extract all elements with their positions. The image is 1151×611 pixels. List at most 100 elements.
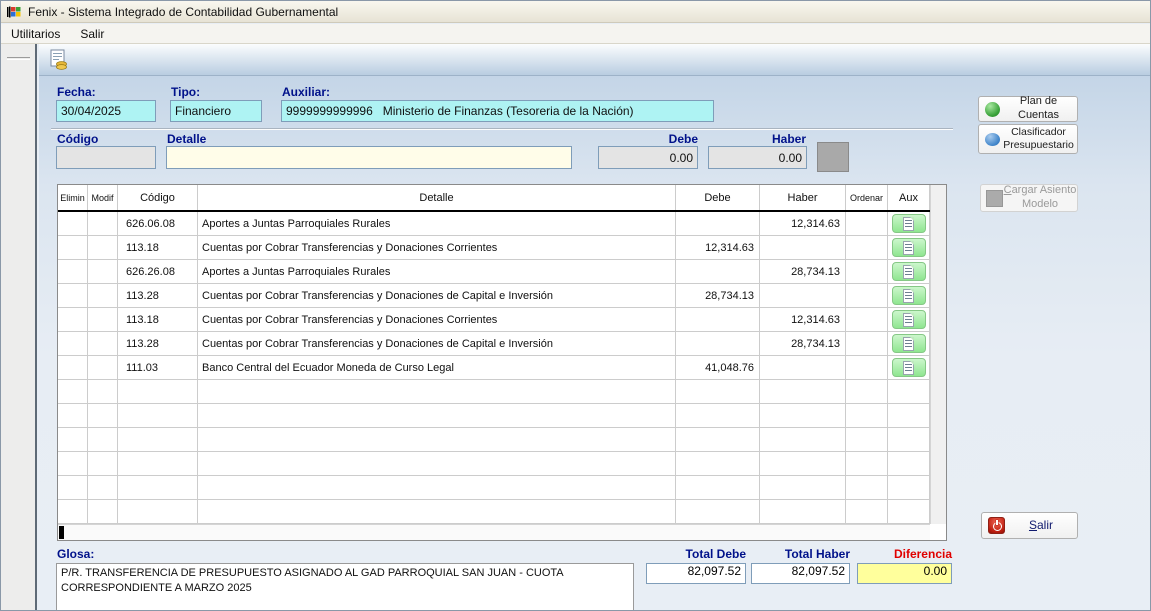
- debe-cell: [676, 260, 760, 283]
- fecha-input[interactable]: [56, 100, 156, 122]
- table-row[interactable]: 113.28Cuentas por Cobrar Transferencias …: [58, 332, 930, 356]
- table-row-empty[interactable]: [58, 500, 930, 524]
- aux-button[interactable]: [892, 214, 926, 233]
- table-row[interactable]: 113.18Cuentas por Cobrar Transferencias …: [58, 308, 930, 332]
- aux-cell: [888, 404, 930, 427]
- add-entry-button[interactable]: [817, 142, 849, 172]
- table-row[interactable]: 113.18Cuentas por Cobrar Transferencias …: [58, 236, 930, 260]
- modif-cell: [88, 380, 118, 403]
- column-header-2[interactable]: Código: [118, 185, 198, 210]
- haber-cell: 28,734.13: [760, 260, 846, 283]
- codigo-input[interactable]: [56, 146, 156, 169]
- scrollbar-corner: [930, 524, 946, 540]
- aux-button[interactable]: [892, 334, 926, 353]
- detalle-cell: [198, 452, 676, 475]
- table-row[interactable]: 626.06.08Aportes a Juntas Parroquiales R…: [58, 212, 930, 236]
- auxiliar-input[interactable]: [281, 100, 714, 122]
- codigo-cell: 626.06.08: [118, 212, 198, 235]
- modif-cell: [88, 452, 118, 475]
- total-debe-label: Total Debe: [646, 547, 746, 561]
- aux-cell: [888, 332, 930, 355]
- power-icon: [988, 517, 1005, 534]
- debe-input[interactable]: [598, 146, 698, 169]
- debe-cell: [676, 212, 760, 235]
- haber-cell: 28,734.13: [760, 332, 846, 355]
- aux-button[interactable]: [892, 238, 926, 257]
- column-header-0[interactable]: Elimin: [58, 185, 88, 210]
- clasificador-presupuestario-button[interactable]: Clasificador Presupuestario: [978, 124, 1078, 154]
- elimin-cell: [58, 452, 88, 475]
- haber-cell: [760, 428, 846, 451]
- green-sphere-icon: [985, 102, 1000, 117]
- elimin-cell: [58, 428, 88, 451]
- debe-cell: 41,048.76: [676, 356, 760, 379]
- salir-button[interactable]: Salir: [981, 512, 1078, 539]
- total-haber-label: Total Haber: [751, 547, 850, 561]
- haber-cell: 12,314.63: [760, 308, 846, 331]
- detalle-input[interactable]: [166, 146, 572, 169]
- detalle-cell: Aportes a Juntas Parroquiales Rurales: [198, 260, 676, 283]
- document-icon: [903, 337, 914, 351]
- table-row[interactable]: 111.03Banco Central del Ecuador Moneda d…: [58, 356, 930, 380]
- left-collapsed-panel[interactable]: [1, 44, 37, 611]
- column-header-5[interactable]: Haber: [760, 185, 846, 210]
- horizontal-scrollbar-thumb[interactable]: [59, 526, 64, 539]
- haber-label: Haber: [708, 132, 806, 146]
- cargar-asiento-modelo-button[interactable]: Cargar Asiento Modelo: [980, 184, 1078, 212]
- detalle-cell: [198, 428, 676, 451]
- haber-cell: [760, 404, 846, 427]
- new-entry-document-icon[interactable]: [47, 49, 71, 72]
- aux-button[interactable]: [892, 262, 926, 281]
- splitter-handle[interactable]: [7, 57, 30, 60]
- table-row-empty[interactable]: [58, 452, 930, 476]
- table-row-empty[interactable]: [58, 428, 930, 452]
- aux-cell: [888, 356, 930, 379]
- aux-button[interactable]: [892, 358, 926, 377]
- table-row-empty[interactable]: [58, 404, 930, 428]
- table-row-empty[interactable]: [58, 380, 930, 404]
- detalle-cell: Cuentas por Cobrar Transferencias y Dona…: [198, 284, 676, 307]
- haber-cell: [760, 284, 846, 307]
- total-debe-value: 82,097.52: [646, 563, 746, 584]
- column-header-3[interactable]: Detalle: [198, 185, 676, 210]
- glosa-textarea[interactable]: P/R. TRANSFERENCIA DE PRESUPUESTO ASIGNA…: [56, 563, 634, 611]
- table-row-empty[interactable]: [58, 476, 930, 500]
- column-header-6[interactable]: Ordenar: [846, 185, 888, 210]
- modif-cell: [88, 428, 118, 451]
- plan-de-cuentas-button[interactable]: Plan de Cuentas: [978, 96, 1078, 122]
- column-header-7[interactable]: Aux: [888, 185, 930, 210]
- horizontal-scrollbar[interactable]: [58, 524, 930, 540]
- detalle-cell: Cuentas por Cobrar Transferencias y Dona…: [198, 308, 676, 331]
- haber-cell: [760, 452, 846, 475]
- haber-cell: [760, 476, 846, 499]
- vertical-scrollbar[interactable]: [930, 185, 946, 524]
- ordenar-cell: [846, 404, 888, 427]
- ordenar-cell: [846, 308, 888, 331]
- haber-cell: [760, 236, 846, 259]
- column-header-4[interactable]: Debe: [676, 185, 760, 210]
- modif-cell: [88, 404, 118, 427]
- elimin-cell: [58, 260, 88, 283]
- column-header-1[interactable]: Modif: [88, 185, 118, 210]
- menu-utilitarios[interactable]: Utilitarios: [1, 25, 70, 43]
- haber-input[interactable]: [708, 146, 807, 169]
- auxiliar-label: Auxiliar:: [282, 85, 330, 99]
- tipo-input[interactable]: [170, 100, 262, 122]
- clasificador-presupuestario-label: Clasificador Presupuestario: [1000, 126, 1077, 152]
- aux-button[interactable]: [892, 286, 926, 305]
- modif-cell: [88, 308, 118, 331]
- gray-square-icon: [986, 190, 1003, 207]
- glosa-label: Glosa:: [57, 547, 94, 561]
- ordenar-cell: [846, 380, 888, 403]
- diferencia-value: 0.00: [857, 563, 952, 584]
- detalle-cell: [198, 476, 676, 499]
- debe-cell: [676, 428, 760, 451]
- detalle-label: Detalle: [167, 132, 206, 146]
- total-haber-value: 82,097.52: [751, 563, 850, 584]
- modif-cell: [88, 476, 118, 499]
- table-row[interactable]: 113.28Cuentas por Cobrar Transferencias …: [58, 284, 930, 308]
- table-row[interactable]: 626.26.08Aportes a Juntas Parroquiales R…: [58, 260, 930, 284]
- debe-cell: [676, 476, 760, 499]
- aux-button[interactable]: [892, 310, 926, 329]
- menu-salir[interactable]: Salir: [70, 25, 114, 43]
